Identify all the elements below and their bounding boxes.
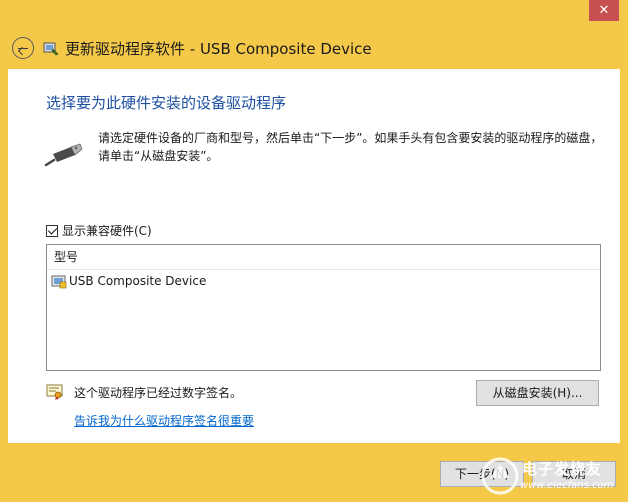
device-wizard-icon [43,40,59,56]
column-header-model[interactable]: 型号 [47,245,600,270]
device-driver-icon [51,273,67,289]
content-panel: 选择要为此硬件安装的设备驱动程序 请选定硬件设备的厂商和型号，然后单击“下一步”… [8,69,620,443]
page-heading: 选择要为此硬件安装的设备驱动程序 [46,94,287,112]
signing-info-link[interactable]: 告诉我为什么驱动程序签名很重要 [74,412,254,429]
show-compatible-row[interactable]: 显示兼容硬件(C) [46,222,152,239]
signature-text: 这个驱动程序已经过数字签名。 [74,385,243,400]
close-button[interactable]: ✕ [589,0,619,21]
list-item[interactable]: USB Composite Device [47,270,600,292]
update-driver-window: ✕ 更新驱动程序软件 - USB Composite Device 选择要为此硬… [0,0,628,502]
show-compatible-label: 显示兼容硬件(C) [62,224,152,238]
signed-certificate-icon [46,383,64,401]
show-compatible-checkbox[interactable] [46,224,58,237]
window-title: 更新驱动程序软件 - USB Composite Device [65,39,372,58]
signature-row: 这个驱动程序已经过数字签名。 [46,383,242,401]
model-listbox[interactable]: 型号 USB Composite Device [46,244,601,371]
next-button[interactable]: 下一步(N) [440,461,524,487]
cancel-button[interactable]: 取消 [532,461,616,487]
titlebar: 更新驱动程序软件 - USB Composite Device [12,33,372,63]
list-item-label: USB Composite Device [69,274,207,288]
instruction-text: 请选定硬件设备的厂商和型号，然后单击“下一步”。如果手头有包含要安装的驱动程序的… [98,131,603,163]
have-disk-button[interactable]: 从磁盘安装(H)... [476,380,599,406]
back-arrow-icon[interactable] [12,37,34,59]
usb-plug-icon [44,141,84,169]
